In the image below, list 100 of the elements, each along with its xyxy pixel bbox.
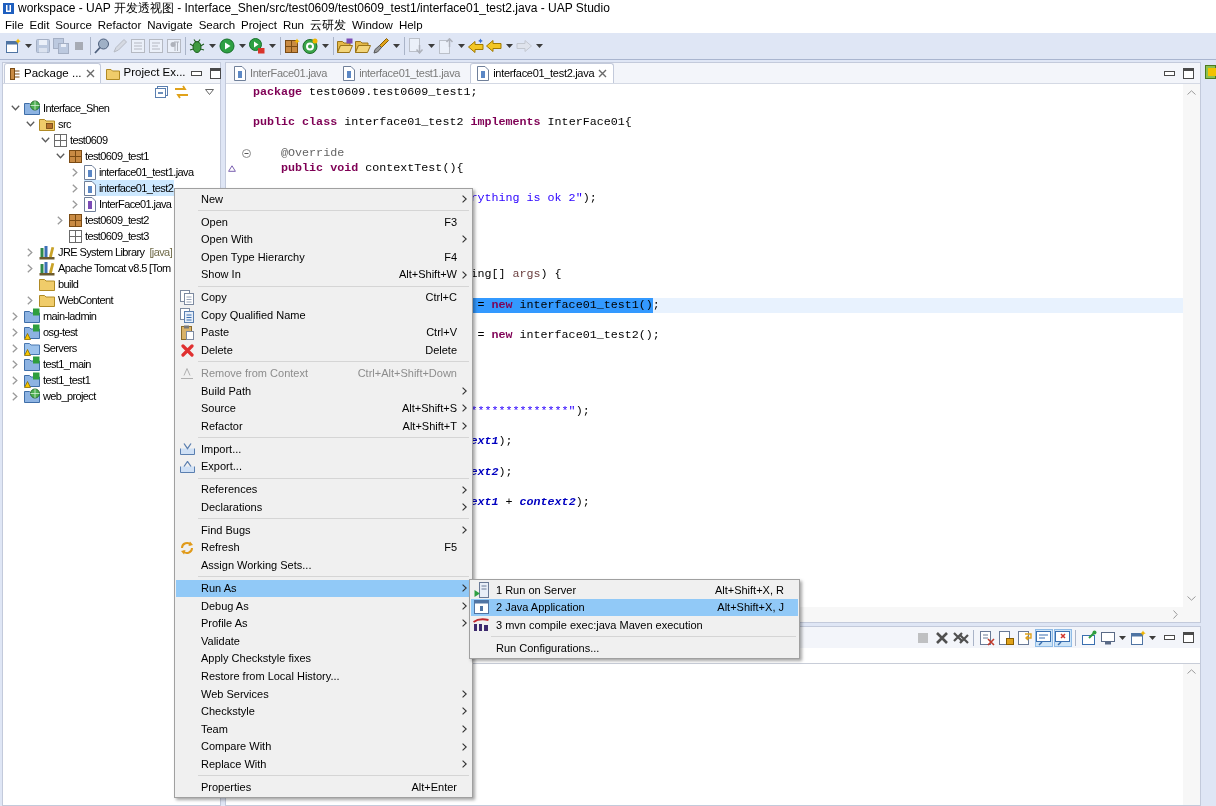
tree-item[interactable]: InterFace01.java: [84, 196, 173, 212]
minimize-icon[interactable]: [190, 70, 202, 76]
menu-bar-item[interactable]: Run: [282, 17, 304, 32]
new-window-icon[interactable]: [5, 38, 21, 54]
menu-item[interactable]: Import...: [176, 440, 471, 458]
menu-bar-item[interactable]: Search: [198, 17, 236, 32]
dropdown-caret-icon[interactable]: [238, 44, 246, 48]
marker-icon[interactable]: [373, 38, 389, 54]
menu-bar-item[interactable]: Refactor: [97, 17, 142, 32]
menu-item[interactable]: Properties Alt+Enter: [176, 778, 471, 796]
dropdown-caret-icon[interactable]: [321, 44, 329, 48]
chevron-right-icon[interactable]: [27, 247, 33, 257]
menu-item[interactable]: 1 Run on Server Alt+Shift+X, R: [471, 581, 798, 599]
minimize-icon[interactable]: [1164, 70, 1175, 76]
maximize-icon[interactable]: [1183, 67, 1194, 79]
menu-item[interactable]: Checkstyle: [176, 702, 471, 721]
minimize-icon[interactable]: [1164, 635, 1175, 640]
menu-item[interactable]: Compare With: [176, 737, 471, 756]
menu-bar-item[interactable]: 云研发: [310, 17, 346, 32]
menu-bar-item[interactable]: Navigate: [147, 17, 193, 32]
menu-item[interactable]: Run Configurations...: [471, 639, 798, 657]
tree-item[interactable]: WebContent: [39, 292, 114, 308]
run-tool-icon[interactable]: [249, 38, 265, 54]
tree-item[interactable]: test0609_test3: [69, 228, 150, 244]
view-tab[interactable]: Package ...: [4, 63, 101, 83]
dropdown-caret-icon[interactable]: [457, 44, 465, 48]
menu-item[interactable]: Restore from Local History...: [176, 667, 471, 686]
editor-tab[interactable]: interface01_test1.java: [337, 63, 467, 83]
open-folder-icon[interactable]: [355, 38, 371, 54]
close-icon[interactable]: [85, 69, 95, 78]
tree-item[interactable]: test0609_test1: [69, 148, 150, 164]
dropdown-caret-icon[interactable]: [1149, 635, 1156, 640]
tree-item[interactable]: test1_test1: [24, 372, 92, 388]
menu-item[interactable]: Refresh F5: [176, 538, 471, 557]
menu-item[interactable]: Copy Qualified Name: [176, 306, 471, 324]
menu-bar-item[interactable]: Edit: [29, 17, 50, 32]
editor-tab[interactable]: InterFace01.java: [228, 63, 334, 83]
menu-item[interactable]: Team: [176, 720, 471, 738]
menu-bar-item[interactable]: Window: [352, 17, 393, 32]
perspective-icon[interactable]: [1205, 65, 1216, 79]
tree-item[interactable]: interface01_test2: [84, 180, 175, 196]
menu-item[interactable]: Export...: [176, 457, 471, 476]
tree-item[interactable]: interface01_test1.java: [84, 164, 195, 180]
chevron-down-icon[interactable]: [55, 153, 65, 159]
menu-item[interactable]: Replace With: [176, 755, 471, 774]
menu-item[interactable]: Delete Delete: [176, 341, 471, 360]
menu-bar-item[interactable]: Project: [241, 17, 277, 32]
menu-item[interactable]: Refactor Alt+Shift+T: [176, 417, 471, 435]
console-output-icon[interactable]: [1034, 628, 1053, 647]
chevron-right-icon[interactable]: [12, 343, 18, 353]
menu-item[interactable]: Declarations: [176, 498, 471, 516]
menu-bar-item[interactable]: Source: [55, 17, 92, 32]
chevron-right-icon[interactable]: [12, 327, 18, 337]
editor-tab[interactable]: interface01_test2.java: [470, 63, 615, 83]
chevron-down-icon[interactable]: [25, 121, 35, 127]
tree-item[interactable]: Apache Tomcat v8.5 [Tom: [39, 260, 172, 276]
chevron-down-icon[interactable]: [10, 105, 20, 111]
open-folder-icon[interactable]: [337, 38, 353, 54]
menu-item[interactable]: Apply Checkstyle fixes: [176, 649, 471, 668]
dropdown-caret-icon[interactable]: [392, 44, 400, 48]
chevron-down-icon[interactable]: [40, 137, 50, 143]
menu-item[interactable]: Find Bugs: [176, 521, 471, 539]
tree-item[interactable]: test0609: [54, 132, 109, 148]
tree-item[interactable]: test0609_test2: [69, 212, 150, 228]
menu-item[interactable]: Open F3: [176, 212, 471, 231]
close-icon[interactable]: [598, 69, 608, 78]
menu-item[interactable]: Run As: [176, 579, 471, 598]
clear-console-icon[interactable]: [977, 628, 996, 647]
chevron-right-icon[interactable]: [72, 167, 78, 177]
menu-item[interactable]: Assign Working Sets...: [176, 556, 471, 575]
menu-item[interactable]: Open Type Hierarchy F4: [176, 248, 471, 266]
package-box-icon[interactable]: [284, 38, 300, 54]
menu-bar-item[interactable]: Help: [398, 17, 423, 32]
tree-item[interactable]: main-ladmin: [24, 308, 98, 324]
dropdown-caret-icon[interactable]: [208, 44, 216, 48]
chevron-right-icon[interactable]: [12, 359, 18, 369]
dropdown-caret-icon[interactable]: [1119, 635, 1126, 640]
menu-item[interactable]: 2 Java Application Alt+Shift+X, J: [471, 598, 798, 617]
menu-item[interactable]: Validate: [176, 632, 471, 650]
vertical-scrollbar[interactable]: [1183, 664, 1200, 805]
chevron-right-icon[interactable]: [27, 295, 33, 305]
collapse-icon[interactable]: [242, 148, 251, 158]
chevron-right-icon[interactable]: [57, 215, 63, 225]
dropdown-caret-icon[interactable]: [427, 44, 435, 48]
tree-item[interactable]: web_project: [24, 388, 97, 404]
chevron-right-icon[interactable]: [12, 311, 18, 321]
run-icon[interactable]: [219, 38, 235, 54]
chevron-right-icon[interactable]: [72, 199, 78, 209]
tree-item[interactable]: test1_main: [24, 356, 92, 372]
menu-item[interactable]: Debug As: [176, 597, 471, 615]
chevron-right-icon[interactable]: [12, 375, 18, 385]
tree-item[interactable]: build: [39, 276, 80, 292]
tree-item[interactable]: osg-test: [24, 324, 79, 340]
view-menu-icon[interactable]: [205, 89, 214, 95]
dropdown-caret-icon[interactable]: [24, 44, 32, 48]
collapse-all-icon[interactable]: [155, 86, 168, 98]
menu-bar-item[interactable]: File: [5, 17, 24, 32]
view-tab[interactable]: Project Ex...: [100, 63, 191, 83]
menu-item[interactable]: Copy Ctrl+C: [176, 288, 471, 307]
target-icon[interactable]: [302, 38, 318, 54]
